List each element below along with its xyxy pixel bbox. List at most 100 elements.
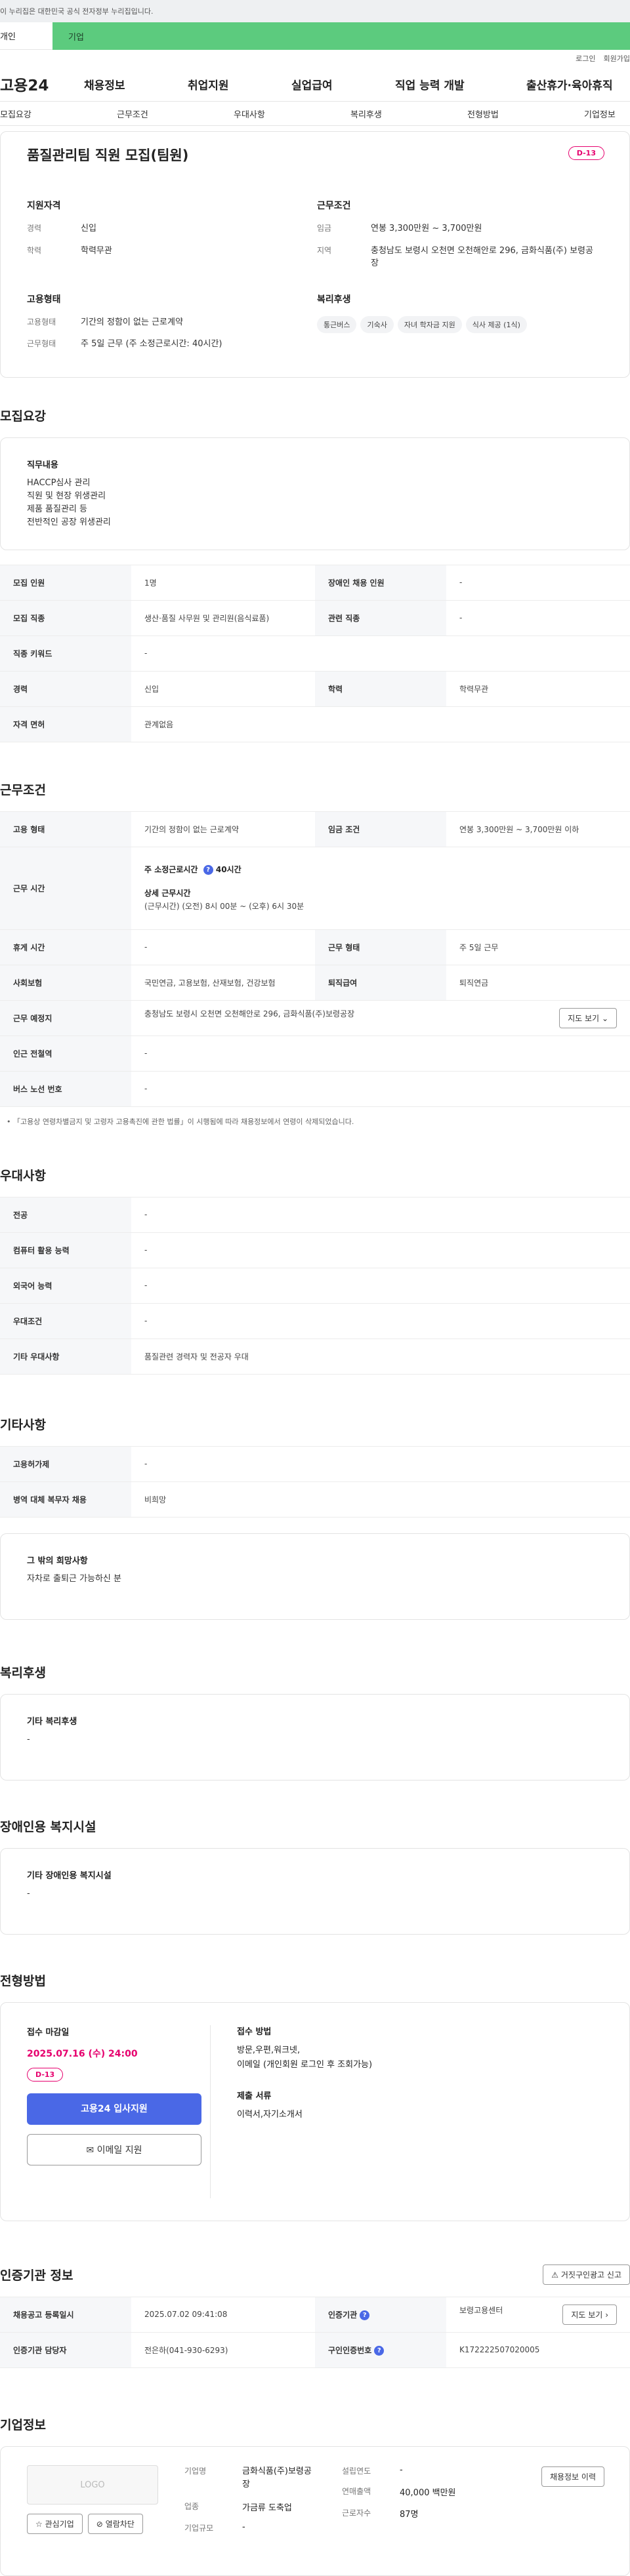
- org-value-text: 보령고용센터: [459, 2305, 503, 2315]
- info-icon[interactable]: ?: [203, 865, 213, 875]
- emptype-label: 고용형태: [27, 317, 56, 327]
- docs-value: 이력서,자기소개서: [237, 2109, 303, 2120]
- table-row: 근무 예정지 충청남도 보령시 오천면 오천해안로 296, 금화식품(주)보령…: [0, 999, 630, 1036]
- cond-heading: 근무조건: [317, 201, 351, 211]
- block-button[interactable]: ⊘ 열람차단: [87, 2513, 143, 2534]
- method-label: 접수 방법: [237, 2026, 272, 2037]
- anchor-company[interactable]: 기업정보: [584, 108, 616, 120]
- welfare-heading: 복리후생: [0, 1665, 46, 1680]
- welfare-chip: 식사 제공 (1식): [465, 315, 527, 333]
- company-info-col-2: 설립연도 - 연매출액 40,000 백만원 근로자수 87명: [342, 2465, 499, 2557]
- work-heading: 근무조건: [0, 782, 46, 797]
- employment-block: 고용형태 고용형태 기간의 정함이 없는 근로계약 근무형태 주 5일 근무 (주 …: [27, 292, 317, 360]
- career-value: 신입: [131, 670, 315, 707]
- reg-value: 2025.07.02 09:41:08: [131, 2296, 315, 2333]
- bus-label: 버스 노선 번호: [0, 1070, 131, 1107]
- computer-label: 컴퓨터 활용 능력: [0, 1232, 131, 1268]
- disabled-fac-box-heading: 기타 장애인용 복지시설: [27, 1870, 112, 1881]
- login-link[interactable]: 로그인: [576, 53, 595, 64]
- favorite-button[interactable]: ☆ 관심기업: [27, 2513, 83, 2534]
- apply-button[interactable]: 고용24 입사지원: [27, 2093, 201, 2125]
- anchor-work[interactable]: 근무조건: [117, 108, 234, 120]
- welfare-box-heading: 기타 복리후생: [27, 1716, 77, 1727]
- hours-week-label: 주 소정근로시간: [144, 865, 198, 874]
- anchor-welfare[interactable]: 복리후생: [350, 108, 467, 120]
- num-label: 구인인증번호?: [315, 2331, 446, 2368]
- duty-line: 직원 및 현장 위생관리: [27, 491, 106, 501]
- duty-line: HACCP심사 관리: [27, 477, 91, 488]
- email-apply-button[interactable]: ✉ 이메일 지원: [27, 2133, 201, 2165]
- info-icon[interactable]: ?: [374, 2345, 385, 2356]
- edu-label: 학력: [27, 245, 42, 255]
- gnb-menu-unemployment[interactable]: 실업급여: [291, 76, 395, 92]
- table-row: 컴퓨터 활용 능력 -: [0, 1232, 630, 1268]
- dday-badge: D-13: [27, 2067, 64, 2082]
- tab-individual[interactable]: 개인: [0, 22, 52, 50]
- military-value: 비희망: [131, 1481, 630, 1518]
- anchor-selection[interactable]: 전형방법: [467, 108, 584, 120]
- welfare-box: 기타 복리후생 -: [0, 1693, 630, 1781]
- computer-value: -: [131, 1232, 630, 1268]
- star-icon: ☆: [35, 2519, 43, 2529]
- anchor-recruit[interactable]: 모집요강: [0, 108, 117, 120]
- gnb-menu-jobs[interactable]: 채용정보: [84, 76, 188, 92]
- org-detail-label: 지도 보기: [571, 2310, 603, 2320]
- job-summary-card: 품질관리팀 직원 모집(팀원) D-13 지원자격 경력 신입 학력 학력무관 근무…: [0, 131, 630, 378]
- anchor-preference[interactable]: 우대사항: [234, 108, 350, 120]
- job-title: 품질관리팀 직원 모집(팀원): [27, 148, 189, 163]
- pref-etc-label: 기타 우대사항: [0, 1338, 131, 1375]
- hours-value: 주 소정근로시간 ? 40시간 상세 근무시간 (근무시간) (오전) 8시 0…: [131, 846, 630, 930]
- map-button[interactable]: 지도 보기 ⌄: [559, 1007, 617, 1028]
- license-label: 자격 면허: [0, 706, 131, 742]
- pref-label: 우대조건: [0, 1302, 131, 1339]
- company-heading: 기업정보: [0, 2417, 46, 2432]
- related-value: -: [446, 599, 630, 636]
- station-label: 인근 전철역: [0, 1035, 131, 1072]
- edu-label: 학력: [315, 670, 446, 707]
- dday-badge: D-13: [568, 146, 604, 160]
- chevron-down-icon: ⌄: [601, 1013, 608, 1023]
- industry-label: 업종: [184, 2501, 200, 2511]
- wage-label: 임금 조건: [315, 811, 446, 847]
- pref-etc-value: 품질관련 경력자 및 전공자 우대: [131, 1338, 630, 1375]
- agency-heading: 인증기관 정보: [0, 2268, 74, 2283]
- gnb-menu-employment-support[interactable]: 취업지원: [188, 76, 291, 92]
- gnb-menu-leave[interactable]: 출산휴가·육아휴직: [526, 76, 613, 92]
- emptype-value: 기간의 정함이 없는 근로계약: [81, 317, 183, 327]
- headcount-label: 모집 인원: [0, 564, 131, 601]
- org-detail-button[interactable]: 지도 보기 ›: [562, 2304, 617, 2325]
- table-row: 외국어 능력 -: [0, 1267, 630, 1304]
- wage-label: 임금: [317, 224, 332, 233]
- age-note: • 「고용상 연령차별금지 및 고령자 고용촉진에 관한 법률」이 시행됨에 따…: [7, 1117, 354, 1126]
- company-logo-col: LOGO ☆ 관심기업 ⊘ 열람차단: [27, 2465, 184, 2557]
- info-icon[interactable]: ?: [360, 2310, 370, 2320]
- major-value: -: [131, 1196, 630, 1233]
- emp-value: 기간의 정함이 없는 근로계약: [131, 811, 315, 847]
- employees-value: 87명: [400, 2509, 419, 2520]
- join-link[interactable]: 회원가입: [604, 53, 630, 64]
- license-value: 관계없음: [131, 706, 630, 742]
- favorite-label: 관심기업: [45, 2519, 74, 2529]
- site-logo[interactable]: 고용24: [0, 73, 84, 95]
- qualification-block: 지원자격 경력 신입 학력 학력무관: [27, 199, 317, 279]
- worktype-label: 근무형태: [27, 339, 56, 348]
- wage-value: 연봉 3,300만원 ~ 3,700만원 이하: [446, 811, 630, 847]
- table-row: 모집 인원 1명 장애인 채용 인원 -: [0, 564, 630, 601]
- tab-company[interactable]: 기업: [52, 22, 630, 50]
- welfare-block: 복리후생 통근버스 기숙사 자녀 학자금 지원 식사 제공 (1식): [317, 292, 603, 360]
- area-value: 충청남도 보령시 오천면 오천해안로 296, 금화식품(주) 보령공장: [371, 245, 593, 269]
- table-row: 기타 우대사항 품질관련 경력자 및 전공자 우대: [0, 1338, 630, 1375]
- table-row: 사회보험 국민연금, 고용보험, 산재보험, 건강보험 퇴직급여 퇴직연금: [0, 964, 630, 1001]
- method-line: 이메일 (개인회원 로그인 후 조회가능): [237, 2059, 373, 2070]
- sales-label: 연매출액: [342, 2486, 371, 2496]
- job-history-button[interactable]: 채용정보 이력: [541, 2466, 604, 2487]
- name-label: 기업명: [184, 2466, 207, 2476]
- method-line: 방문,우편,워크넷,: [237, 2045, 301, 2055]
- report-button[interactable]: ⚠ 거짓구인광고 신고: [543, 2264, 630, 2285]
- military-label: 병역 대체 복무자 채용: [0, 1481, 131, 1518]
- qual-heading: 지원자격: [27, 201, 61, 211]
- preference-heading: 우대사항: [0, 1168, 46, 1183]
- gnb-menu-training[interactable]: 직업 능력 개발: [395, 76, 526, 92]
- employees-label: 근로자수: [342, 2508, 371, 2518]
- form-label: 근무 형태: [315, 929, 446, 965]
